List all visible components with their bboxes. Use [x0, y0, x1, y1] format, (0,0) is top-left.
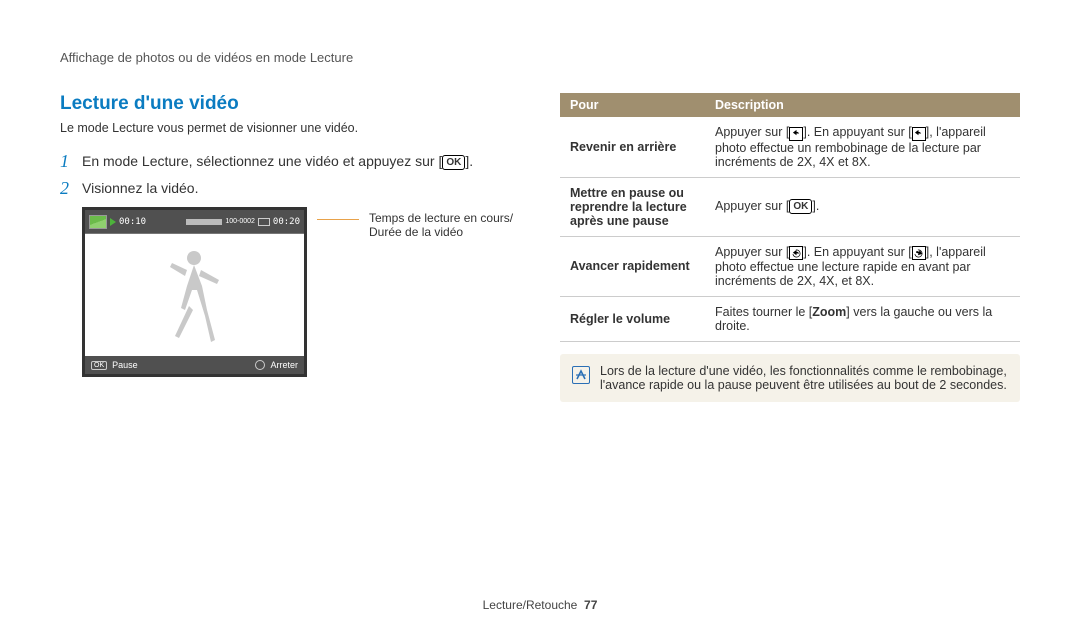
note-text: Lors de la lecture d'une vidéo, les fonc…	[600, 364, 1008, 392]
controls-table: Pour Description Revenir en arrière Appu…	[560, 93, 1020, 342]
ok-button-glyph: OK	[442, 155, 465, 170]
row-label: Mettre en pause ou reprendre la lecture …	[560, 177, 705, 236]
row-label: Régler le volume	[560, 297, 705, 342]
ok-button-glyph: OK	[789, 199, 812, 214]
step-text-after: ].	[465, 153, 473, 169]
stop-icon	[255, 360, 265, 370]
time-current: 00:10	[119, 217, 146, 227]
step-2: 2 Visionnez la vidéo.	[60, 178, 530, 199]
breadcrumb: Affichage de photos ou de vidéos en mode…	[60, 50, 1020, 65]
ok-mini-icon: OK	[91, 361, 107, 370]
step-number: 1	[60, 151, 82, 172]
play-icon	[110, 218, 116, 226]
step-number: 2	[60, 178, 82, 199]
forward-icon	[789, 246, 803, 260]
time-total: 00:20	[273, 217, 300, 227]
note-box: Lors de la lecture d'une vidéo, les fonc…	[560, 354, 1020, 402]
info-icon	[572, 366, 590, 384]
pause-label: Pause	[112, 360, 138, 370]
callout-text: Temps de lecture en cours/ Durée de la v…	[369, 211, 513, 381]
section-heading: Lecture d'une vidéo	[60, 93, 530, 115]
row-desc: Appuyer sur [OK].	[705, 177, 1020, 236]
row-label: Revenir en arrière	[560, 117, 705, 177]
table-row: Avancer rapidement Appuyer sur []. En ap…	[560, 236, 1020, 297]
table-header-pour: Pour	[560, 93, 705, 117]
table-header-description: Description	[705, 93, 1020, 117]
table-row: Revenir en arrière Appuyer sur []. En ap…	[560, 117, 1020, 177]
progress-bar	[186, 219, 222, 225]
row-desc: Faites tourner le [Zoom] vers la gauche …	[705, 297, 1020, 342]
table-row: Régler le volume Faites tourner le [Zoom…	[560, 297, 1020, 342]
step-text: En mode Lecture, sélectionnez une vidéo …	[82, 153, 442, 169]
step-1: 1 En mode Lecture, sélectionnez une vidé…	[60, 151, 530, 172]
intro-text: Le mode Lecture vous permet de visionner…	[60, 121, 530, 135]
page-footer: Lecture/Retouche 77	[0, 598, 1080, 612]
callout-line	[317, 219, 359, 377]
rewind-icon	[789, 127, 803, 141]
stop-label: Arreter	[270, 360, 298, 370]
rewind-icon	[912, 127, 926, 141]
forward-icon	[912, 246, 926, 260]
camera-screen-figure: 00:10 100-0002 00:20	[82, 207, 307, 377]
thumbnail-icon	[89, 215, 107, 229]
dancer-silhouette-icon	[167, 248, 222, 343]
step-text: Visionnez la vidéo.	[82, 180, 198, 196]
row-desc: Appuyer sur []. En appuyant sur [], l'ap…	[705, 117, 1020, 177]
table-row: Mettre en pause ou reprendre la lecture …	[560, 177, 1020, 236]
battery-icon	[258, 218, 270, 226]
row-label: Avancer rapidement	[560, 236, 705, 297]
battery-text: 100-0002	[225, 218, 255, 225]
row-desc: Appuyer sur []. En appuyant sur [], l'ap…	[705, 236, 1020, 297]
